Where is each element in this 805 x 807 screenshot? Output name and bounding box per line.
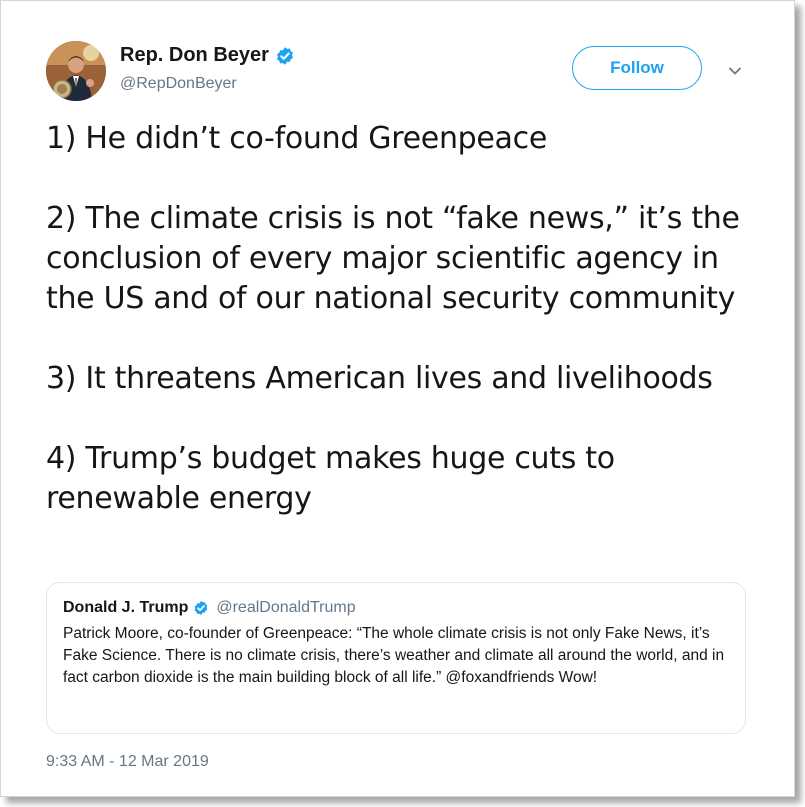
quoted-author-name: Donald J. Trump: [63, 599, 189, 616]
tweet-paragraph: 2) The climate crisis is not “fake news,…: [46, 201, 740, 316]
follow-button[interactable]: Follow: [572, 46, 702, 90]
quoted-tweet[interactable]: Donald J. Trump @realDonaldTrump Patrick…: [46, 582, 746, 734]
verified-badge-icon: [193, 600, 209, 616]
tweet-timestamp[interactable]: 9:33 AM - 12 Mar 2019: [46, 753, 209, 771]
chevron-down-icon[interactable]: [725, 61, 745, 81]
tweet-card: Rep. Don Beyer @RepDonBeyer Follow 1) He…: [0, 0, 795, 797]
verified-badge-icon: [275, 46, 295, 66]
avatar-image: [46, 41, 106, 101]
quoted-tweet-header: Donald J. Trump @realDonaldTrump: [63, 599, 730, 617]
avatar[interactable]: [46, 41, 106, 101]
author-name-row[interactable]: Rep. Don Beyer: [120, 44, 295, 67]
tweet-paragraph: 3) It threatens American lives and livel…: [46, 361, 713, 396]
author-handle[interactable]: @RepDonBeyer: [120, 75, 237, 93]
author-display-name[interactable]: Rep. Don Beyer: [120, 44, 269, 67]
tweet-paragraph: 1) He didn’t co-found Greenpeace: [46, 121, 547, 156]
quoted-author-handle: @realDonaldTrump: [216, 599, 356, 616]
tweet-paragraph: 4) Trump’s budget makes huge cuts to ren…: [46, 441, 615, 516]
tweet-text: 1) He didn’t co-found Greenpeace 2) The …: [46, 119, 766, 519]
quoted-tweet-text: Patrick Moore, co-founder of Greenpeace:…: [63, 625, 725, 686]
